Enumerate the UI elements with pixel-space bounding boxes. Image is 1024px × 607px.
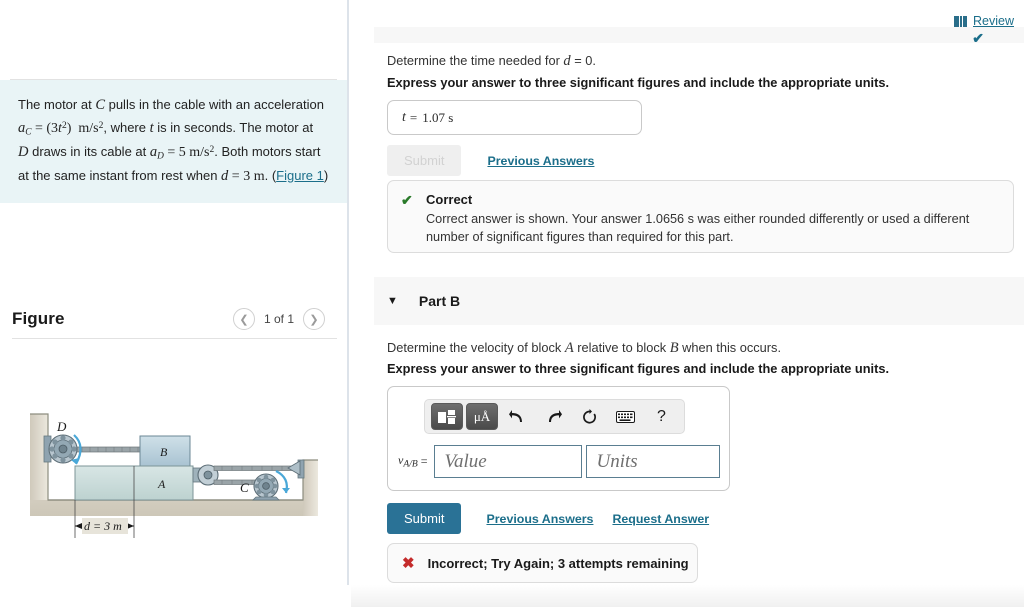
part-b-feedback-text: Incorrect; Try Again; 3 attempts remaini… (427, 555, 689, 571)
units-icon-glyph: μÅ (473, 408, 491, 424)
part-b-prompt-text-3: when this occurs. (678, 340, 781, 355)
part-b-prompt-var-a: A (564, 340, 574, 356)
part-a-submit-button[interactable]: Submit (387, 145, 462, 176)
problem-text-2: pulls in the cable with an acceleration (104, 97, 324, 112)
problem-text-1: The motor at (18, 97, 96, 112)
correct-check-icon: ✔ (401, 192, 413, 208)
part-b-prompt-text-2: relative to block (573, 340, 670, 355)
problem-text-7: at the same instant from rest when (18, 168, 222, 184)
problem-text-4: is in seconds. The motor at (153, 120, 314, 136)
part-a-feedback-body: Correct answer is shown. Your answer 1.0… (426, 212, 970, 245)
block-a-label: A (157, 477, 166, 491)
problem-page: The motor at C pulls in the cable with a… (0, 0, 1024, 607)
chevron-left-icon[interactable]: ❮ (232, 308, 255, 330)
value-placeholder: Value (444, 450, 487, 472)
part-a-feedback: ✔ Correct Correct answer is shown. Your … (387, 180, 1014, 253)
part-a-answer-field[interactable]: t = 1.07 s (387, 100, 642, 135)
part-b-instruction: Express your answer to three significant… (387, 361, 890, 376)
keyboard-icon[interactable] (609, 404, 642, 429)
var-c: C (95, 97, 105, 113)
value-input[interactable]: Value (433, 445, 582, 478)
accel-d-sub: D (157, 151, 164, 162)
figure-title: Figure (12, 309, 65, 328)
part-b-header[interactable]: ▼ Part B (374, 277, 1024, 325)
part-b-answer-eq: = (420, 454, 428, 468)
part-b-submit-button[interactable]: Submit (387, 503, 462, 534)
part-a-feedback-title: Correct (426, 192, 473, 207)
units-placeholder: Units (596, 450, 638, 472)
dist-expr: = 3 m (228, 169, 265, 185)
part-b-answer-sub: A/B (403, 458, 418, 470)
part-b-actions: Submit Previous Answers Request Answer (387, 503, 709, 534)
part-b-prompt-text-1: Determine the velocity of block (387, 340, 565, 355)
template-icon[interactable] (431, 403, 463, 430)
help-icon-glyph: ? (657, 407, 666, 425)
part-a-prompt-var: d (563, 53, 571, 69)
request-answer-link[interactable]: Request Answer (612, 512, 709, 526)
part-b-previous-answers-link[interactable]: Previous Answers (486, 512, 593, 526)
units-icon[interactable]: μÅ (466, 403, 498, 430)
motor-c (252, 473, 280, 501)
part-a-answer-eq: = (409, 109, 418, 125)
accel-d-expr: = 5 m/s2 (163, 145, 215, 161)
figure-header: Figure ❮ 1 of 1 ❯ (0, 300, 349, 338)
part-a-prompt: Determine the time needed for d = 0. (387, 51, 596, 73)
problem-text-8: . ( (264, 168, 277, 184)
var-d-motor: D (18, 144, 29, 161)
help-icon[interactable]: ? (645, 404, 678, 429)
figure-divider (12, 338, 337, 339)
part-a-answer-var: t (402, 109, 406, 125)
part-b-feedback: ✖ Incorrect; Try Again; 3 attempts remai… (387, 543, 698, 583)
incorrect-cross-icon: ✖ (402, 555, 415, 572)
part-b-answer-var: vA/B (398, 453, 418, 470)
problem-text-5: draws in its cable at (28, 144, 150, 160)
chevron-right-icon[interactable]: ❯ (303, 308, 325, 330)
part-a-instruction: Express your answer to three significant… (387, 75, 890, 90)
undo-icon[interactable] (501, 404, 534, 429)
part-b-prompt-var-b: B (669, 340, 679, 356)
motor-c-label: C (240, 480, 249, 495)
part-a-actions: Submit Previous Answers (387, 145, 594, 176)
part-a-status-check-icon: ✔ (972, 30, 984, 46)
math-toolbar: μÅ ? (424, 399, 685, 434)
review-link[interactable]: Review (954, 14, 1014, 28)
block-b-label: B (160, 445, 168, 459)
part-b-answer-row: vA/B = Value Units (398, 445, 729, 478)
figure-1-link[interactable]: Figure 1 (276, 168, 324, 183)
right-panel: Review ✔ Determine the time needed for d… (351, 0, 1024, 607)
dimension-label: d = 3 m (84, 519, 122, 533)
figure-page-count: 1 of 1 (263, 312, 294, 326)
part-b-answer-container: μÅ ? vA/B = Value Units (387, 386, 730, 491)
part-a-collapsed-band[interactable] (374, 27, 1024, 43)
part-a-prompt-text-1: Determine the time needed for (387, 53, 564, 68)
page-bottom-fade-left (0, 585, 351, 607)
units-input[interactable]: Units (585, 445, 720, 478)
redo-icon[interactable] (537, 404, 570, 429)
part-a-previous-answers-link[interactable]: Previous Answers (487, 154, 594, 168)
left-panel: The motor at C pulls in the cable with a… (0, 0, 349, 607)
part-b-label: Part B (418, 293, 461, 309)
part-a-prompt-text-2: = 0. (570, 53, 596, 68)
caret-down-icon[interactable]: ▼ (387, 295, 398, 307)
review-label: Review (973, 14, 1014, 28)
problem-text-6: . Both motors start (214, 144, 321, 160)
book-icon (954, 15, 967, 27)
mechanism-figure: D B A C d = 3 m (30, 413, 318, 538)
problem-text-3: , where (103, 120, 150, 136)
part-b-prompt: Determine the velocity of block A relati… (387, 338, 781, 360)
part-a-answer-value: 1.07 s (422, 109, 454, 125)
accel-c-expr: = (3t2) m/s2 (31, 121, 104, 137)
problem-statement: The motor at C pulls in the cable with a… (0, 80, 347, 203)
motor-d-label: D (56, 419, 67, 434)
figure-pager: ❮ 1 of 1 ❯ (232, 308, 325, 330)
problem-text-9: ) (323, 168, 329, 184)
motor-d (48, 434, 78, 464)
reset-icon[interactable] (573, 404, 606, 429)
